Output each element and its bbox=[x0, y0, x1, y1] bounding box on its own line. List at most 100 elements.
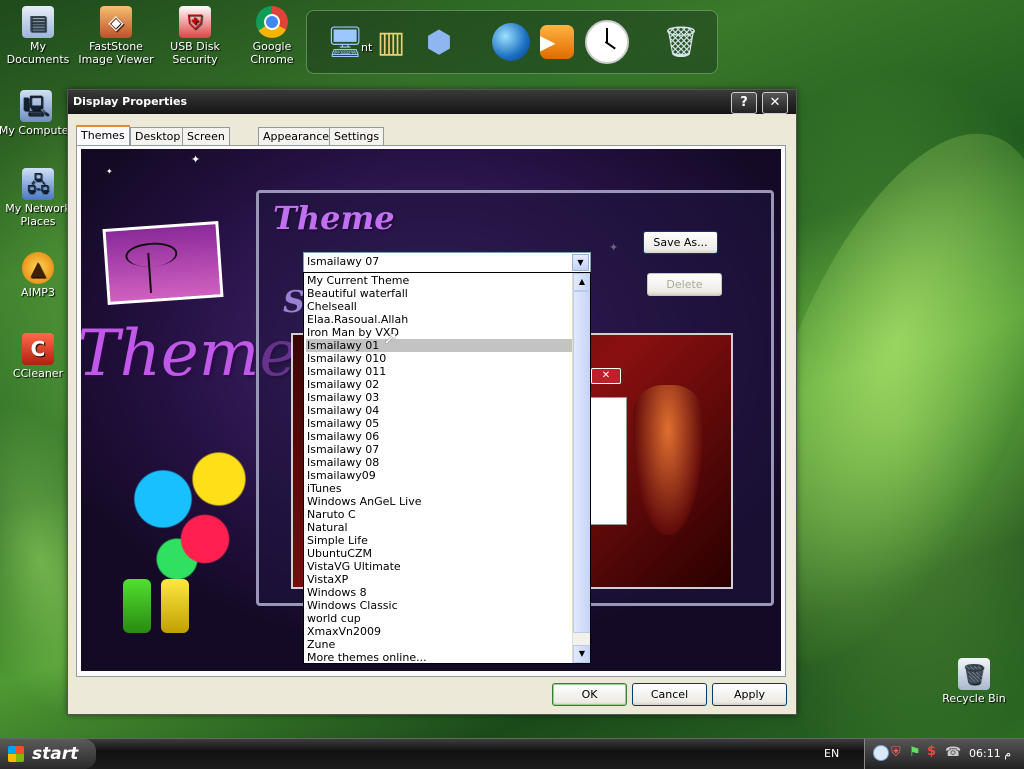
desktop-icon-label: Recycle Bin bbox=[942, 692, 1006, 705]
theme-option[interactable]: Chelseall bbox=[306, 300, 573, 313]
star-decoration: ✦ bbox=[106, 167, 113, 176]
desktop-icon-my-computer[interactable]: 🖳 My Computer bbox=[0, 90, 76, 137]
language-indicator[interactable]: EN bbox=[824, 747, 839, 760]
desktop-icon-google-chrome[interactable]: Google Chrome bbox=[232, 6, 312, 66]
desktop-icon-usb-disk-security[interactable]: ⛨ USB Disk Security bbox=[155, 6, 235, 66]
network-tray-icon[interactable] bbox=[873, 745, 889, 761]
theme-option[interactable]: Ismailawy 08 bbox=[306, 456, 573, 469]
theme-option[interactable]: Zune bbox=[306, 638, 573, 651]
dropdown-scrollbar[interactable]: ▲ ▼ bbox=[572, 273, 590, 663]
theme-dropdown-list[interactable]: My Current Theme Beautiful waterfall Chels… bbox=[303, 272, 591, 664]
desktop-icon-label: USB Disk Security bbox=[170, 40, 220, 66]
sample-window-close: ✕ bbox=[591, 368, 621, 384]
dollar-tray-icon[interactable]: $ bbox=[927, 744, 936, 759]
desktop-icon-label: My Computer bbox=[0, 124, 74, 137]
desktop-icon-faststone[interactable]: ◈ FastStone Image Viewer bbox=[76, 6, 156, 66]
theme-option[interactable]: Windows AnGeL Live bbox=[306, 495, 573, 508]
theme-option[interactable]: VistaVG Ultimate bbox=[306, 560, 573, 573]
theme-option[interactable]: Ismailawy 06 bbox=[306, 430, 573, 443]
desktop-icon-my-documents[interactable]: ▤ My Documents bbox=[0, 6, 78, 66]
theme-option[interactable]: Ismailawy 07 bbox=[306, 443, 573, 456]
desktop-icon-label: My Network Places bbox=[5, 202, 71, 228]
theme-option[interactable]: My Current Theme bbox=[306, 274, 573, 287]
faststone-icon: ◈ bbox=[100, 6, 132, 38]
windows-logo-icon bbox=[8, 746, 24, 762]
scroll-down-arrow-icon[interactable]: ▼ bbox=[573, 645, 590, 663]
documents-icon[interactable]: ▥ bbox=[369, 19, 413, 65]
theme-option[interactable]: Beautiful waterfall bbox=[306, 287, 573, 300]
dock-bar: 🖥 nt ▥ ⬢ ▶ 🗑 bbox=[306, 10, 718, 74]
theme-option[interactable]: Ismailawy 01 bbox=[306, 339, 573, 352]
tab-appearance[interactable]: Appearance bbox=[258, 127, 335, 145]
theme-option[interactable]: Naruto C bbox=[306, 508, 573, 521]
theme-option[interactable]: Ismailawy 03 bbox=[306, 391, 573, 404]
start-button[interactable]: start bbox=[0, 739, 96, 769]
taskbar: start EN ⛨ ⚑ $ ☎ 06:11 م bbox=[0, 738, 1024, 769]
theme-option[interactable]: Ismailawy 02 bbox=[306, 378, 573, 391]
folder-documents-icon: ▤ bbox=[22, 6, 54, 38]
theme-heading-partial: S bbox=[283, 285, 305, 320]
help-button[interactable]: ? bbox=[731, 92, 757, 114]
theme-option[interactable]: iTunes bbox=[306, 482, 573, 495]
theme-option[interactable]: Ismailawy09 bbox=[306, 469, 573, 482]
globe-icon[interactable] bbox=[489, 19, 533, 65]
theme-option[interactable]: world cup bbox=[306, 612, 573, 625]
theme-option[interactable]: UbuntuCZM bbox=[306, 547, 573, 560]
clock-icon bbox=[585, 19, 629, 65]
clock-text[interactable]: 06:11 م bbox=[969, 747, 1011, 760]
flag-tray-icon[interactable]: ⚑ bbox=[909, 745, 921, 760]
chevron-down-icon[interactable]: ▼ bbox=[572, 254, 589, 271]
theme-option[interactable]: XmaxVn2009 bbox=[306, 625, 573, 638]
theme-option[interactable]: VistaXP bbox=[306, 573, 573, 586]
media-player-icon[interactable]: ▶ bbox=[535, 19, 579, 65]
close-button[interactable]: ✕ bbox=[762, 92, 788, 114]
theme-option[interactable]: Elaa.Rasoual.Allah bbox=[306, 313, 573, 326]
tab-themes[interactable]: Themes bbox=[76, 125, 130, 147]
desktop-icon-label: My Documents bbox=[6, 40, 70, 66]
theme-option[interactable]: Windows 8 bbox=[306, 586, 573, 599]
theme-option[interactable]: More themes online... bbox=[306, 651, 573, 663]
theme-option[interactable]: Ismailawy 011 bbox=[306, 365, 573, 378]
theme-option[interactable]: Iron Man by VXD bbox=[306, 326, 573, 339]
start-label: start bbox=[32, 744, 79, 764]
star-decoration: ✦ bbox=[191, 153, 201, 166]
scroll-thumb[interactable] bbox=[573, 291, 590, 633]
recycle-bin-icon: 🗑 bbox=[958, 658, 990, 690]
theme-select[interactable]: Ismailawy 07 ▼ bbox=[303, 252, 591, 273]
theme-option[interactable]: Ismailawy 04 bbox=[306, 404, 573, 417]
theme-option[interactable]: Natural bbox=[306, 521, 573, 534]
cancel-button[interactable]: Cancel bbox=[632, 683, 707, 706]
theme-option[interactable]: Windows Classic bbox=[306, 599, 573, 612]
desktop-icon-label: AIMP3 bbox=[21, 286, 55, 299]
theme-option[interactable]: Ismailawy 05 bbox=[306, 417, 573, 430]
aimp-icon: ▲ bbox=[22, 252, 54, 284]
paint-bottle-yellow bbox=[161, 579, 189, 633]
scroll-up-arrow-icon[interactable]: ▲ bbox=[573, 273, 590, 291]
theme-heading: Theme bbox=[273, 199, 395, 237]
tab-settings[interactable]: Settings bbox=[329, 127, 385, 145]
mouse-cursor-icon: ➚ bbox=[383, 328, 399, 349]
shield-tray-icon[interactable]: ⛨ bbox=[891, 745, 901, 760]
network-icon: 🖧 bbox=[22, 168, 54, 200]
paint-bottle-green bbox=[123, 579, 151, 633]
tree-picture-frame bbox=[102, 221, 224, 305]
tab-desktop[interactable]: Desktop bbox=[130, 127, 186, 145]
theme-option[interactable]: Ismailawy 010 bbox=[306, 352, 573, 365]
chrome-icon bbox=[256, 6, 288, 38]
control-panel-icon[interactable]: ⬢ bbox=[417, 19, 461, 65]
phone-tray-icon[interactable]: ☎ bbox=[945, 745, 961, 760]
desktop-icon-recycle-bin[interactable]: 🗑 Recycle Bin bbox=[934, 658, 1014, 705]
desktop-icon-label: CCleaner bbox=[12, 367, 64, 380]
desktop-icon-label: Google Chrome bbox=[250, 40, 294, 66]
apply-button[interactable]: Apply bbox=[712, 683, 787, 706]
ccleaner-icon: C bbox=[22, 333, 54, 365]
save-as-button[interactable]: Save As... bbox=[643, 231, 718, 254]
tab-screen-saver[interactable]: Screen Saver bbox=[182, 127, 230, 160]
dialog-title-bar[interactable]: Display Properties ? ✕ bbox=[68, 90, 796, 114]
player-figure bbox=[633, 385, 703, 535]
ok-button[interactable]: OK bbox=[552, 683, 627, 706]
theme-option[interactable]: Simple Life bbox=[306, 534, 573, 547]
usb-shield-icon: ⛨ bbox=[179, 6, 211, 38]
recycle-bin-icon[interactable]: 🗑 bbox=[659, 19, 703, 65]
tree-canopy bbox=[124, 241, 179, 269]
